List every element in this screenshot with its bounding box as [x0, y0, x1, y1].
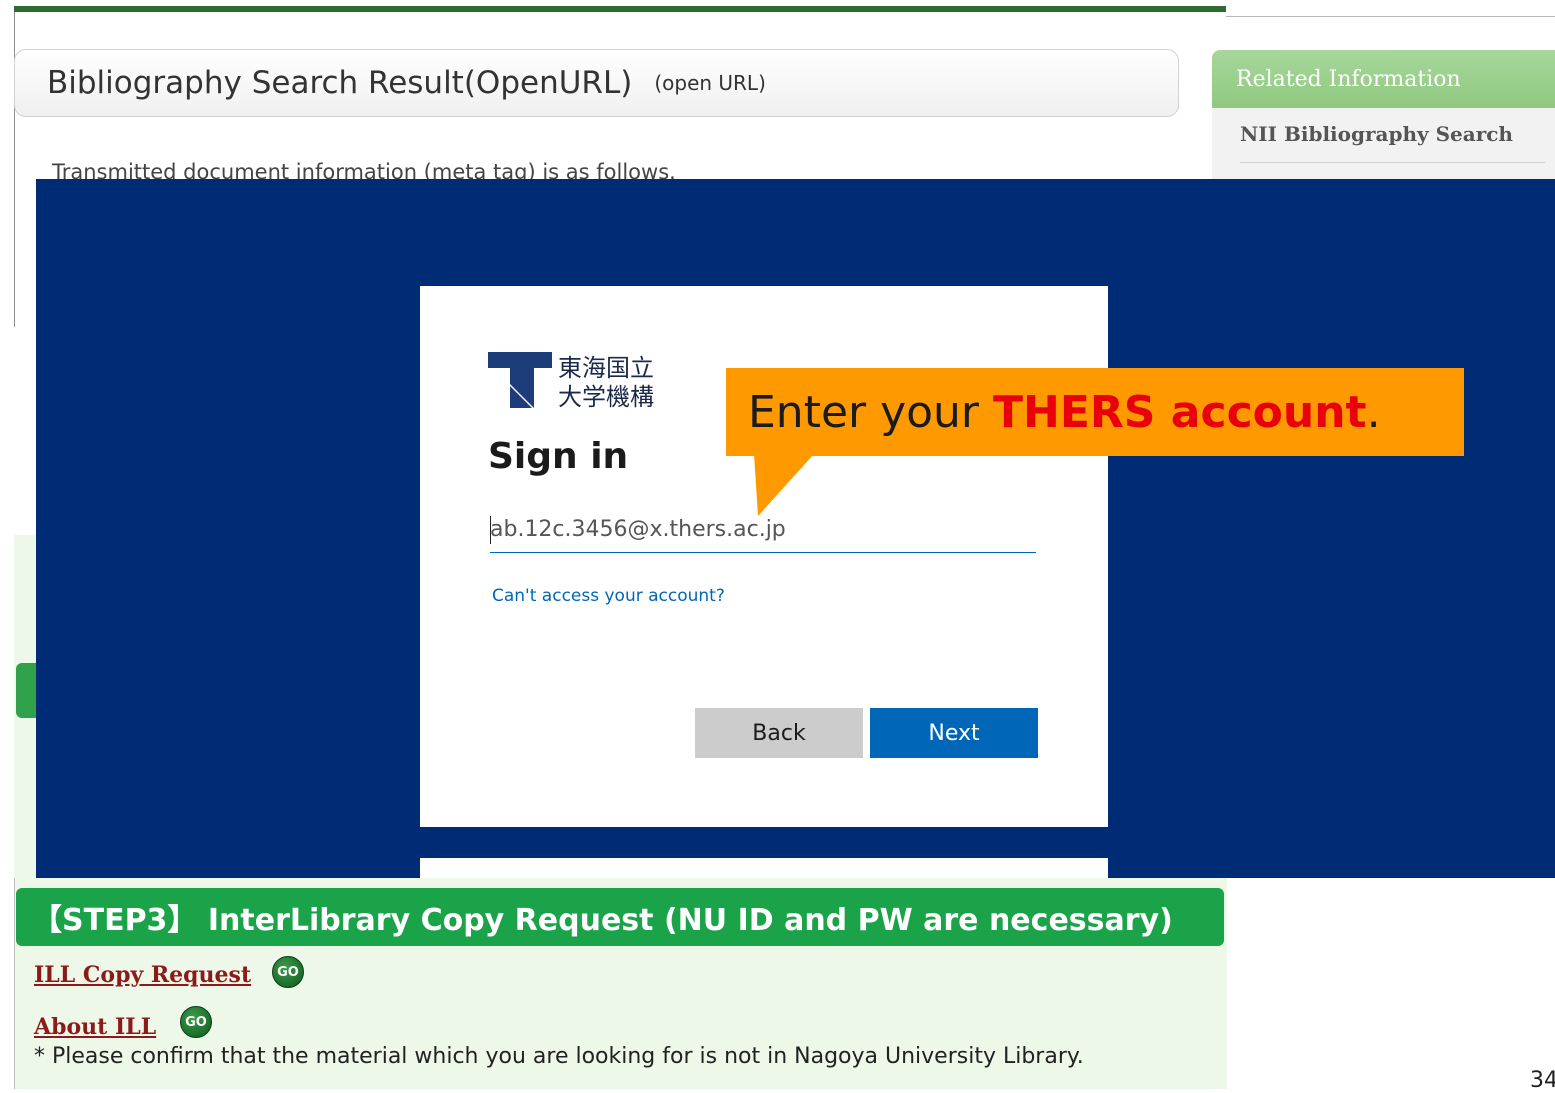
text-caret — [490, 516, 491, 544]
thers-logo-icon — [488, 352, 552, 408]
go-icon[interactable]: GO — [180, 1006, 212, 1038]
go-icon[interactable]: GO — [272, 956, 304, 988]
result-header: Bibliography Search Result(OpenURL) (ope… — [14, 49, 1179, 117]
callout-suffix: . — [1366, 386, 1381, 438]
library-note: * Please confirm that the material which… — [34, 1044, 1084, 1069]
cant-access-account-link[interactable]: Can't access your account? — [492, 586, 725, 606]
signin-heading: Sign in — [488, 436, 629, 477]
instruction-callout: Enter your THERS account. — [726, 368, 1464, 456]
organization-name: 東海国立 大学機構 — [558, 354, 654, 411]
divider — [1240, 162, 1545, 163]
nii-bibliography-link[interactable]: NII Bibliography Search — [1240, 122, 1555, 146]
next-button[interactable]: Next — [870, 708, 1038, 758]
back-button[interactable]: Back — [695, 708, 863, 758]
signin-card-footer — [420, 858, 1108, 878]
ill-copy-request-link[interactable]: ILL Copy Request — [34, 962, 251, 988]
page-title: Bibliography Search Result(OpenURL) — [47, 65, 633, 101]
step3-title: 【STEP3】 InterLibrary Copy Request (NU ID… — [32, 903, 1173, 938]
callout-emphasis: THERS account — [993, 386, 1367, 438]
slide-page-number: 34 — [1530, 1068, 1555, 1093]
organization-logo: 東海国立 大学機構 — [488, 352, 678, 416]
step-tab — [16, 663, 36, 718]
callout-pointer — [754, 454, 814, 516]
top-divider — [1226, 16, 1555, 17]
meta-info-text: Transmitted document information (meta t… — [52, 160, 676, 180]
about-ill-link[interactable]: About ILL — [34, 1014, 156, 1040]
top-green-bar — [14, 6, 1226, 12]
page-subtitle: (open URL) — [654, 71, 766, 95]
callout-prefix: Enter your — [748, 386, 994, 438]
step3-header: 【STEP3】 InterLibrary Copy Request (NU ID… — [16, 888, 1224, 946]
related-information-header: Related Information — [1212, 50, 1555, 108]
